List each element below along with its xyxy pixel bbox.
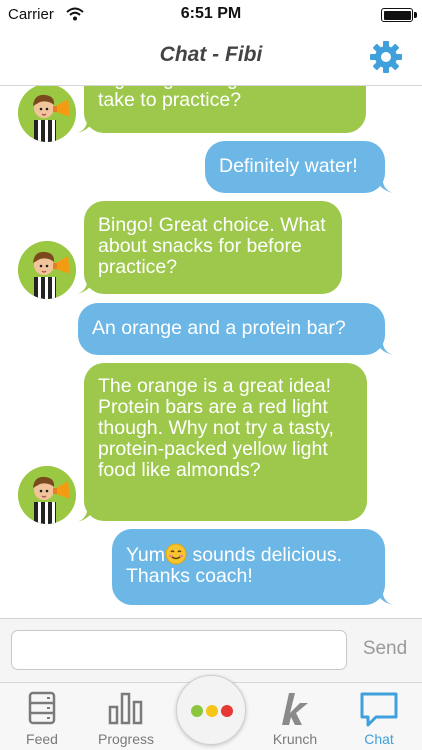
message-text: The orange is a great idea! Protein bars… xyxy=(98,375,334,481)
yellow-dot-icon xyxy=(206,705,218,717)
message-text: Yum xyxy=(126,544,166,566)
tab-bar: Feed Progress Krunch Chat xyxy=(0,675,422,750)
message-text: Bingo! Great choice. What about snacks f… xyxy=(98,214,326,278)
message-input[interactable] xyxy=(11,630,347,670)
coach-message-bubble: a good green light drink to take to prac… xyxy=(84,86,366,133)
green-dot-icon xyxy=(191,705,203,717)
battery-tip xyxy=(414,12,417,18)
bubble-tail xyxy=(375,587,393,605)
message-text: An orange and a protein bar? xyxy=(92,317,346,339)
coach-avatar xyxy=(18,86,76,142)
status-bar: Carrier 6:51 PM xyxy=(0,0,422,30)
tab-krunch[interactable]: Krunch xyxy=(257,683,333,750)
traffic-light-button[interactable] xyxy=(176,675,246,745)
status-time: 6:51 PM xyxy=(180,5,242,22)
chat-thread[interactable]: a good green light drink to take to prac… xyxy=(0,86,422,618)
gear-icon[interactable] xyxy=(369,40,403,74)
message-text: a good green light drink to take to prac… xyxy=(98,86,324,111)
tab-chat[interactable]: Chat xyxy=(341,683,417,750)
message-text: Definitely water! xyxy=(219,155,358,177)
red-dot-icon xyxy=(221,705,233,717)
coach-message-bubble: Bingo! Great choice. What about snacks f… xyxy=(84,201,342,294)
message-composer: Send xyxy=(0,618,422,682)
krunch-k-icon xyxy=(282,693,308,725)
tab-label: Chat xyxy=(364,731,394,747)
chat-bubble-icon xyxy=(360,692,398,727)
bubble-tail xyxy=(77,504,95,522)
tab-label: Feed xyxy=(26,731,58,747)
battery-icon xyxy=(381,8,413,22)
user-message-bubble: Definitely water! xyxy=(205,141,385,193)
coach-avatar xyxy=(18,241,76,299)
user-message-bubble: An orange and a protein bar? xyxy=(78,303,385,355)
bar-chart-icon xyxy=(108,692,143,725)
page-title: Chat - Fibi xyxy=(159,43,263,66)
bubble-tail xyxy=(375,337,393,355)
coach-message-bubble: The orange is a great idea! Protein bars… xyxy=(84,363,367,521)
user-message-bubble: Yum sounds delicious. Thanks coach! xyxy=(112,529,385,605)
feed-icon xyxy=(28,691,56,725)
tab-label: Krunch xyxy=(272,731,318,747)
coach-avatar xyxy=(18,466,76,524)
bubble-tail xyxy=(77,276,95,294)
send-button[interactable]: Send xyxy=(358,638,412,660)
tab-label: Progress xyxy=(97,731,155,747)
bubble-tail xyxy=(77,115,95,133)
smiling-emoji-icon xyxy=(165,543,187,565)
nav-bar: Chat - Fibi xyxy=(0,30,422,86)
bubble-tail xyxy=(375,175,393,193)
battery-fill xyxy=(383,10,411,20)
tab-feed[interactable]: Feed xyxy=(4,683,80,750)
tab-progress[interactable]: Progress xyxy=(88,683,164,750)
